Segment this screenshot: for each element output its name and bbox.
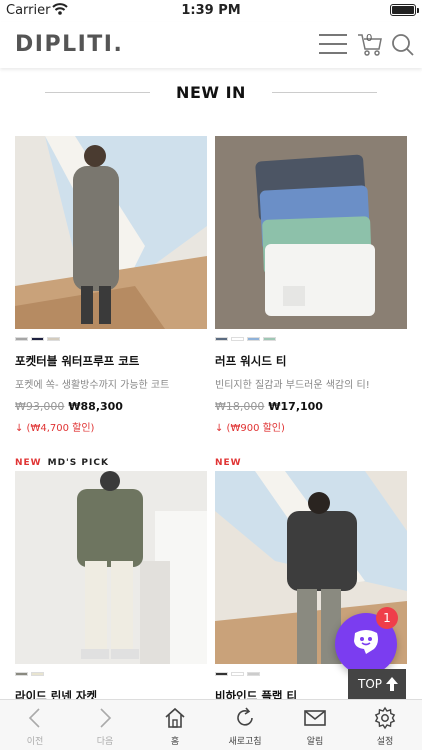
badges: NEW MD'S PICK	[15, 458, 207, 468]
product-name[interactable]: 러프 워시드 티	[215, 353, 407, 369]
product-price: ₩18,000 ₩17,100	[215, 400, 407, 413]
product-card[interactable]: 러프 워시드 티 빈티지한 질감과 부드러운 색감의 티! ₩18,000 ₩17…	[215, 136, 407, 468]
chevron-left-icon	[28, 708, 40, 728]
battery-icon	[390, 4, 419, 16]
product-description: 포켓에 쏙- 생활방수까지 가능한 코트	[15, 380, 170, 391]
scroll-top-button[interactable]: TOP	[348, 669, 406, 699]
tab-refresh[interactable]: 새로고침	[210, 700, 280, 750]
tab-back[interactable]: 이전	[0, 700, 70, 750]
discount-label: ↓ (₩4,700 할인)	[15, 423, 95, 434]
arrow-up-icon	[386, 677, 398, 691]
product-card[interactable]: 라이드 린넨 자켓	[15, 471, 207, 704]
cart-button[interactable]: 0	[357, 32, 383, 58]
status-time: 1:39 PM	[181, 3, 241, 18]
md-pick-badge: MD'S PICK	[47, 458, 109, 468]
tab-label: 새로고침	[228, 737, 262, 747]
swatch	[31, 672, 44, 676]
product-name[interactable]: 포켓터블 워터프루프 코트	[15, 353, 207, 369]
product-description: 빈티지한 질감과 부드러운 색감의 티!	[215, 380, 370, 391]
tab-home[interactable]: 홈	[140, 700, 210, 750]
swatch	[215, 672, 228, 676]
home-icon	[165, 707, 185, 728]
product-image[interactable]	[215, 136, 407, 329]
swatch	[247, 337, 260, 341]
menu-icon[interactable]	[319, 34, 347, 56]
swatch	[15, 337, 28, 341]
discount-label: ↓ (₩900 할인)	[215, 423, 285, 434]
original-price: ₩93,000	[15, 400, 65, 413]
color-swatches	[215, 337, 407, 343]
tab-label: 이전	[26, 737, 44, 747]
divider-right	[272, 92, 377, 93]
swatch	[215, 337, 228, 341]
tab-label: 설정	[376, 737, 394, 747]
swatch	[231, 672, 244, 676]
chat-bot-icon	[354, 630, 378, 654]
sale-price: ₩17,100	[268, 400, 323, 413]
product-image[interactable]	[15, 136, 207, 329]
sale-price: ₩88,300	[68, 400, 123, 413]
swatch	[231, 337, 244, 341]
tab-settings[interactable]: 설정	[350, 700, 420, 750]
product-card[interactable]: 포켓터블 워터프루프 코트 포켓에 쏙- 생활방수까지 가능한 코트 ₩93,0…	[15, 136, 207, 468]
app-header: DIPLITI. 0	[0, 22, 422, 68]
original-price: ₩18,000	[215, 400, 265, 413]
bottom-tab-bar: 이전 다음 홈 새로고침 알림 설정	[0, 699, 422, 750]
swatch	[247, 672, 260, 676]
swatch	[15, 672, 28, 676]
search-button[interactable]	[390, 32, 416, 58]
swatch	[31, 337, 44, 341]
product-price: ₩93,000 ₩88,300	[15, 400, 207, 413]
new-badge: NEW	[215, 458, 242, 468]
mail-icon	[304, 710, 326, 726]
cart-count: 0	[366, 33, 373, 44]
color-swatches	[15, 672, 207, 678]
product-image[interactable]	[15, 471, 207, 664]
swatch	[263, 337, 276, 341]
top-label: TOP	[358, 677, 383, 691]
tab-forward[interactable]: 다음	[70, 700, 140, 750]
tab-label: 다음	[96, 737, 114, 747]
badges: NEW	[215, 458, 407, 468]
section-header: NEW IN	[0, 80, 422, 106]
search-icon	[392, 34, 414, 56]
tab-label: 알림	[306, 737, 324, 747]
status-bar: Carrier 1:39 PM	[0, 0, 422, 22]
tab-label: 홈	[170, 737, 180, 747]
tab-notifications[interactable]: 알림	[280, 700, 350, 750]
gear-icon	[374, 706, 396, 730]
refresh-icon	[237, 707, 253, 726]
chat-notification-badge: 1	[376, 607, 398, 629]
color-swatches	[15, 337, 207, 343]
swatch	[47, 337, 60, 341]
chevron-right-icon	[100, 708, 112, 728]
logo[interactable]: DIPLITI.	[15, 32, 123, 57]
new-badge: NEW	[15, 458, 42, 468]
